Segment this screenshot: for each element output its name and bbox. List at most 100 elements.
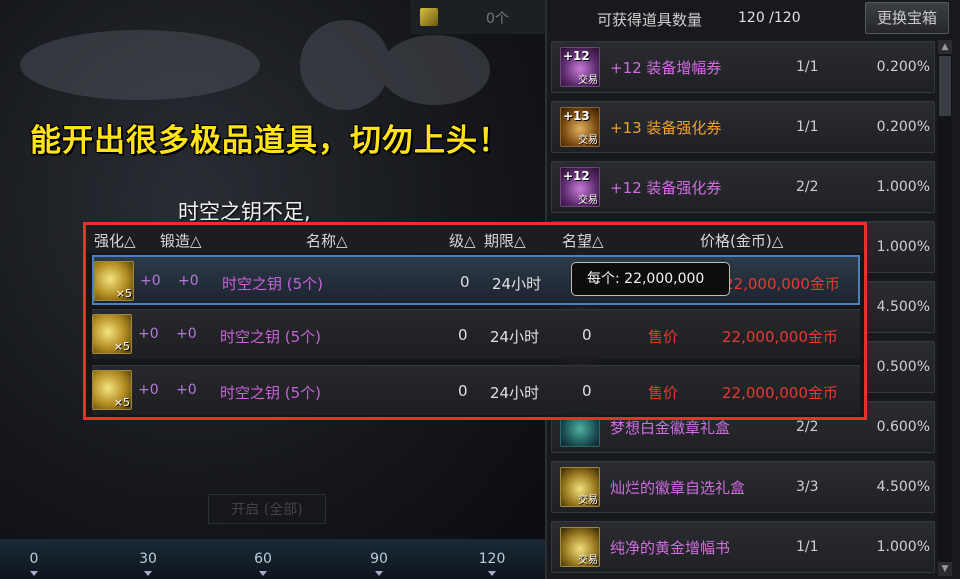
reward-rate: 0.500% bbox=[876, 359, 930, 375]
item-name: 时空之钥 (5个) bbox=[220, 328, 322, 346]
trade-tag: 交易 bbox=[578, 195, 598, 206]
header-price[interactable]: 价格(金币)△ bbox=[700, 230, 783, 251]
price-value: 22,000,000金币 bbox=[722, 384, 838, 402]
scrollbar-thumb[interactable] bbox=[939, 56, 951, 116]
slider-tick-label: 90 bbox=[370, 551, 388, 567]
slider-tick-mark bbox=[144, 571, 152, 576]
market-list-highlight: 强化△ 锻造△ 名称△ 级△ 期限△ 名望△ 价格(金币)△ ×5 +0 +0 时空之… bbox=[83, 222, 867, 420]
badge-select-box-icon: 交易 bbox=[560, 467, 600, 507]
reward-name: 灿烂的徽章自选礼盒 bbox=[610, 479, 746, 497]
header-name[interactable]: 名称△ bbox=[306, 230, 348, 251]
reward-rate: 4.500% bbox=[876, 479, 930, 495]
enhance-value: +0 bbox=[138, 326, 159, 342]
price-label: 售价 bbox=[648, 328, 679, 346]
reward-rate: 1.000% bbox=[876, 179, 930, 195]
promo-caption: 能开出很多极品道具，切勿上头！ bbox=[30, 123, 510, 159]
change-box-button[interactable]: 更换宝箱 bbox=[865, 2, 949, 34]
fame-value: 0 bbox=[582, 382, 592, 400]
stack-count: ×5 bbox=[113, 396, 130, 409]
fame-value: 0 bbox=[582, 326, 592, 344]
reward-quantity: 1/1 bbox=[796, 119, 819, 135]
reward-panel-title: 可获得道具数量 bbox=[597, 11, 703, 29]
reward-scrollbar[interactable] bbox=[938, 40, 952, 576]
level-value: 0 bbox=[458, 382, 468, 400]
header-forge[interactable]: 锻造△ bbox=[160, 230, 202, 251]
period-value: 24小时 bbox=[492, 275, 542, 293]
price-value: 22,000,000金币 bbox=[724, 275, 840, 293]
reward-name: +12 装备强化券 bbox=[610, 179, 722, 197]
reward-rate: 0.200% bbox=[876, 119, 930, 135]
reward-rate: 0.200% bbox=[876, 59, 930, 75]
reward-name: +13 装备强化券 bbox=[610, 119, 722, 137]
forge-value: +0 bbox=[178, 273, 199, 289]
header-enhance[interactable]: 强化△ bbox=[94, 230, 136, 251]
market-row[interactable]: ×5 +0 +0 时空之钥 (5个) 0 24小时 0 售价 22,000,000金币 bbox=[92, 365, 860, 415]
time-key-icon: ×5 bbox=[92, 370, 132, 410]
price-value: 22,000,000金币 bbox=[722, 328, 838, 346]
scroll-down-icon[interactable]: ▼ bbox=[938, 562, 952, 576]
time-key-icon: ×5 bbox=[94, 261, 134, 301]
slider-tick-mark bbox=[488, 571, 496, 576]
market-row[interactable]: ×5 +0 +0 时空之钥 (5个) 0 24小时 0 售价 22,000,000金币 bbox=[92, 309, 860, 359]
trade-tag: 交易 bbox=[578, 75, 598, 86]
reward-name: +12 装备增幅券 bbox=[610, 59, 722, 77]
time-key-icon: ×5 bbox=[92, 314, 132, 354]
slider-tick-mark bbox=[259, 571, 267, 576]
icon-label: +13 bbox=[563, 109, 590, 123]
slider-tick-label: 30 bbox=[139, 551, 157, 567]
reward-quantity: 1/1 bbox=[796, 539, 819, 555]
header-fame[interactable]: 名望△ bbox=[562, 230, 604, 251]
reward-quantity: 2/2 bbox=[796, 179, 819, 195]
item-name: 时空之钥 (5个) bbox=[222, 275, 324, 293]
plus13-icon: +13 交易 bbox=[560, 107, 600, 147]
slider-tick-mark bbox=[375, 571, 383, 576]
reward-name: 纯净的黄金增幅书 bbox=[610, 539, 731, 557]
reward-row[interactable]: 交易 灿烂的徽章自选礼盒 3/3 4.500% bbox=[551, 461, 935, 513]
slider-tick-label: 120 bbox=[478, 551, 506, 567]
reward-rate: 0.600% bbox=[876, 419, 930, 435]
header-level[interactable]: 级△ bbox=[449, 230, 476, 251]
period-value: 24小时 bbox=[490, 384, 540, 402]
reward-count: 120 /120 bbox=[738, 10, 801, 26]
trade-tag: 交易 bbox=[578, 555, 598, 566]
reward-rate: 4.500% bbox=[876, 299, 930, 315]
reward-rate: 1.000% bbox=[876, 539, 930, 555]
reward-quantity: 1/1 bbox=[796, 59, 819, 75]
reward-row[interactable]: +12 交易 +12 装备强化券 2/2 1.000% bbox=[551, 161, 935, 213]
header-period[interactable]: 期限△ bbox=[484, 230, 526, 251]
trade-tag: 交易 bbox=[578, 495, 598, 506]
open-all-button[interactable]: 开启 (全部) bbox=[208, 494, 326, 524]
plus12-icon: +12 交易 bbox=[560, 47, 600, 87]
forge-value: +0 bbox=[176, 382, 197, 398]
trade-tag: 交易 bbox=[578, 135, 598, 146]
slider-tick-mark bbox=[30, 571, 38, 576]
reward-quantity: 2/2 bbox=[796, 419, 819, 435]
gold-amplify-book-icon: 交易 bbox=[560, 527, 600, 567]
scroll-up-icon[interactable]: ▲ bbox=[938, 40, 952, 54]
market-row[interactable]: ×5+0+0时空之钥 (5个)024小时0售价22,000,000金币 bbox=[92, 255, 860, 305]
icon-label: +12 bbox=[563, 49, 590, 63]
level-value: 0 bbox=[460, 273, 470, 291]
plus12-icon: +12 交易 bbox=[560, 167, 600, 207]
icon-label: +12 bbox=[563, 169, 590, 183]
reward-row[interactable]: 交易 纯净的黄金增幅书 1/1 1.000% bbox=[551, 521, 935, 573]
enhance-value: +0 bbox=[138, 382, 159, 398]
market-header: 强化△ 锻造△ 名称△ 级△ 期限△ 名望△ 价格(金币)△ bbox=[86, 225, 864, 253]
reward-name: 梦想白金徽章礼盒 bbox=[610, 419, 731, 437]
stack-count: ×5 bbox=[115, 287, 132, 300]
period-value: 24小时 bbox=[490, 328, 540, 346]
stack-count: ×5 bbox=[113, 340, 130, 353]
item-name: 时空之钥 (5个) bbox=[220, 384, 322, 402]
reward-quantity: 3/3 bbox=[796, 479, 819, 495]
price-label: 售价 bbox=[648, 384, 679, 402]
level-value: 0 bbox=[458, 326, 468, 344]
forge-value: +0 bbox=[176, 326, 197, 342]
reward-row[interactable]: +12 交易 +12 装备增幅券 1/1 0.200% bbox=[551, 41, 935, 93]
reward-row[interactable]: +13 交易 +13 装备强化券 1/1 0.200% bbox=[551, 101, 935, 153]
top-resource-count: 0个 bbox=[486, 11, 509, 27]
enhance-value: +0 bbox=[140, 273, 161, 289]
slider-tick-label: 0 bbox=[29, 551, 39, 567]
slider-tick-label: 60 bbox=[254, 551, 272, 567]
key-icon bbox=[420, 8, 438, 26]
price-tooltip: 每个: 22,000,000 bbox=[571, 262, 730, 296]
